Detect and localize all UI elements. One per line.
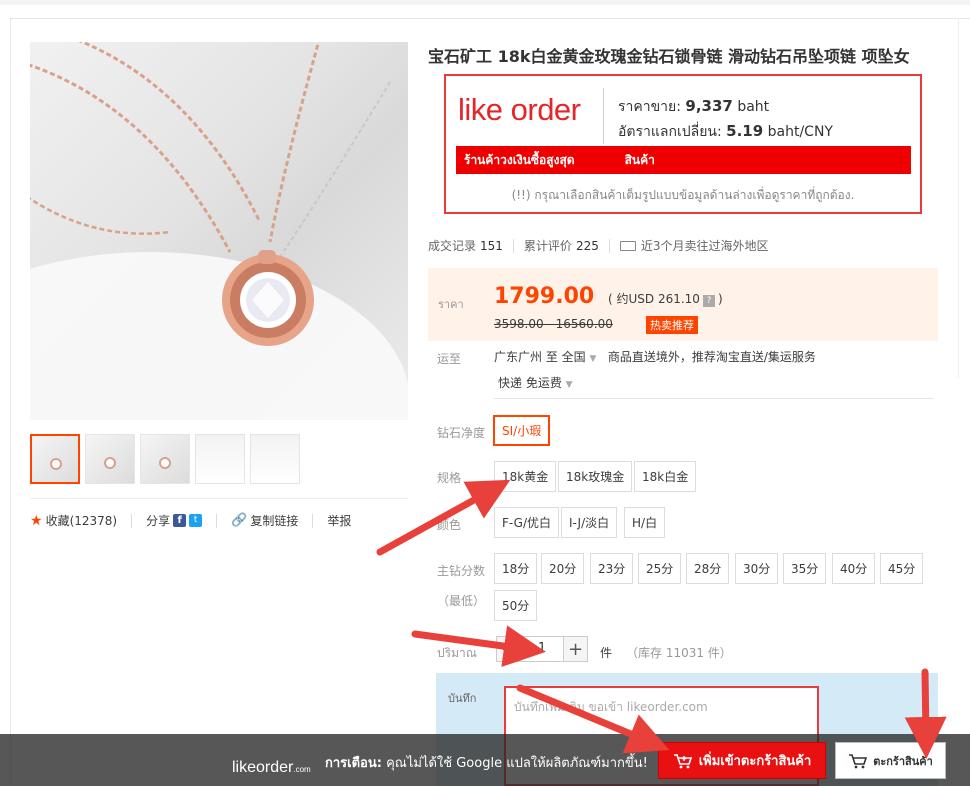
quantity-input[interactable]: 1 bbox=[521, 636, 563, 662]
copy-link-button[interactable]: 🔗 复制链接 bbox=[231, 512, 298, 529]
thumbnail-4[interactable] bbox=[195, 434, 245, 484]
social-row: ★ 收藏(12378) 分享 f t 🔗 复制链接 举报 bbox=[30, 512, 351, 529]
hot-badge: 热卖推荐 bbox=[646, 316, 698, 334]
necklace-illustration bbox=[30, 42, 408, 420]
option-spec-18k-white-gold[interactable]: 18k白金 bbox=[634, 461, 697, 492]
facebook-icon[interactable]: f bbox=[173, 514, 187, 527]
copy-link-label: 复制链接 bbox=[250, 514, 299, 528]
quantity-label: ปริมาณ bbox=[437, 646, 477, 660]
favorite-button[interactable]: ★ 收藏(12378) bbox=[30, 512, 117, 529]
reviews-count: 225 bbox=[575, 238, 599, 253]
main-product-image[interactable] bbox=[30, 42, 408, 420]
option-color-ij[interactable]: I-J/淡白 bbox=[561, 507, 618, 538]
bottom-logo: likeorder.com bbox=[232, 759, 311, 776]
current-price: 1799.00 bbox=[494, 284, 595, 309]
shipping-label: 运至 bbox=[437, 352, 462, 366]
likeorder-red-bar: ร้านค้าวงเงินซื้อสูงสุด สินค้า bbox=[456, 146, 911, 174]
translate-warning: การเตือน: คุณไม่ได้ใช้ Google แปลให้ผลิต… bbox=[325, 756, 648, 771]
baht-price: ราคาขาย: 9,337 baht bbox=[618, 97, 770, 115]
thumbnail-3[interactable] bbox=[140, 434, 190, 484]
original-price: 3598.00 - 16560.00 bbox=[494, 317, 613, 331]
overseas-label: 近3个月卖往过海外地区 bbox=[640, 239, 769, 253]
likeorder-logo: like order bbox=[458, 92, 581, 127]
clarity-label: 钻石净度 bbox=[437, 426, 486, 440]
deals-count: 151 bbox=[480, 238, 503, 253]
option-carat-40[interactable]: 40分 bbox=[832, 553, 876, 584]
cart-button[interactable]: ตะกร้าสินค้า bbox=[835, 742, 946, 779]
color-label: 颜色 bbox=[437, 518, 462, 532]
share-group: 分享 f t bbox=[146, 512, 203, 529]
price-box: ราคา 1799.00 ( 约USD 261.10?) 3598.00 - 1… bbox=[428, 268, 938, 341]
spec-label: 规格 bbox=[437, 471, 462, 485]
option-carat-20[interactable]: 20分 bbox=[541, 553, 585, 584]
shipping-route[interactable]: 广东广州 至 全国 ▼ 商品直送境外，推荐淘宝直送/集运服务 bbox=[494, 348, 816, 365]
thumbnail-5[interactable] bbox=[250, 434, 300, 484]
option-carat-35[interactable]: 35分 bbox=[783, 553, 827, 584]
thumbnail-strip bbox=[30, 434, 300, 484]
minus-button[interactable]: − bbox=[496, 636, 521, 662]
report-label: 举报 bbox=[327, 514, 352, 528]
option-spec-18k-rose-gold[interactable]: 18k玫瑰金 bbox=[558, 461, 633, 492]
option-carat-50[interactable]: 50分 bbox=[494, 590, 538, 621]
cart-icon bbox=[849, 753, 868, 768]
plus-button[interactable]: + bbox=[563, 636, 588, 662]
favorite-label: 收藏(12378) bbox=[45, 514, 118, 528]
note-placeholder: บันทึกเพิ่มเติม ขอเข้า likeorder.com bbox=[514, 700, 708, 714]
chevron-down-icon: ▼ bbox=[589, 354, 597, 364]
option-carat-23[interactable]: 23分 bbox=[590, 553, 634, 584]
price-label: ราคา bbox=[438, 298, 464, 311]
add-to-cart-button[interactable]: เพิ่มเข้าตะกร้าสินค้า bbox=[658, 742, 826, 779]
note-label: บันทึก bbox=[448, 692, 477, 705]
chevron-down-icon: ▼ bbox=[565, 380, 573, 390]
likeorder-note: (!!) กรุณาเลือกสินค้าเต็มรูปแบบข้อมูลด้า… bbox=[511, 188, 855, 202]
divider bbox=[494, 398, 934, 399]
thumbnail-1[interactable] bbox=[30, 434, 80, 484]
option-clarity-si[interactable]: SI/小瑕 bbox=[493, 415, 551, 446]
carat-label: 主钻分数 bbox=[437, 564, 486, 578]
product-label: สินค้า bbox=[624, 152, 655, 167]
option-spec-18k-gold[interactable]: 18k黄金 bbox=[494, 461, 557, 492]
option-carat-30[interactable]: 30分 bbox=[735, 553, 779, 584]
cart-plus-icon bbox=[673, 753, 692, 768]
max-credit-label: ร้านค้าวงเงินซื้อสูงสุด bbox=[464, 152, 575, 167]
option-carat-25[interactable]: 25分 bbox=[638, 553, 682, 584]
usd-price: ( 约USD 261.10?) bbox=[608, 292, 723, 307]
quantity-stepper: − 1 + bbox=[496, 636, 588, 662]
likeorder-price-box: like order ราคาขาย: 9,337 baht อัตราแลกเ… bbox=[444, 74, 922, 214]
option-color-fg[interactable]: F-G/优白 bbox=[494, 507, 560, 538]
top-border bbox=[0, 0, 970, 5]
quantity-unit: 件 bbox=[600, 646, 613, 660]
twitter-icon[interactable]: t bbox=[189, 514, 203, 527]
reviews-label: 累计评价 bbox=[523, 239, 572, 253]
report-link[interactable]: 举报 bbox=[327, 512, 351, 529]
divider bbox=[30, 498, 408, 499]
shipping-method[interactable]: 快递 免运费 ▼ bbox=[498, 374, 573, 391]
side-panel-edge bbox=[958, 18, 970, 378]
help-icon[interactable]: ? bbox=[702, 295, 715, 307]
star-icon: ★ bbox=[30, 512, 43, 529]
option-carat-18[interactable]: 18分 bbox=[494, 553, 538, 584]
deals-label: 成交记录 bbox=[428, 239, 477, 253]
share-label: 分享 bbox=[146, 514, 171, 528]
exchange-rate: อัตราแลกเปลี่ยน: 5.19 baht/CNY bbox=[618, 122, 833, 140]
sales-stats: 成交记录 151 累计评价 225 近3个月卖往过海外地区 bbox=[428, 237, 768, 254]
option-carat-45[interactable]: 45分 bbox=[880, 553, 924, 584]
stock-count: （库存 11031 件） bbox=[626, 646, 732, 660]
truck-icon bbox=[619, 240, 636, 251]
carat-sublabel: （最低） bbox=[437, 594, 486, 608]
link-icon: 🔗 bbox=[231, 513, 248, 528]
option-carat-28[interactable]: 28分 bbox=[686, 553, 730, 584]
thumbnail-2[interactable] bbox=[85, 434, 135, 484]
product-title: 宝石矿工 18k白金黄金玫瑰金钻石锁骨链 滑动钻石吊坠项链 项坠女 bbox=[428, 47, 910, 66]
option-color-h[interactable]: H/白 bbox=[624, 507, 666, 538]
